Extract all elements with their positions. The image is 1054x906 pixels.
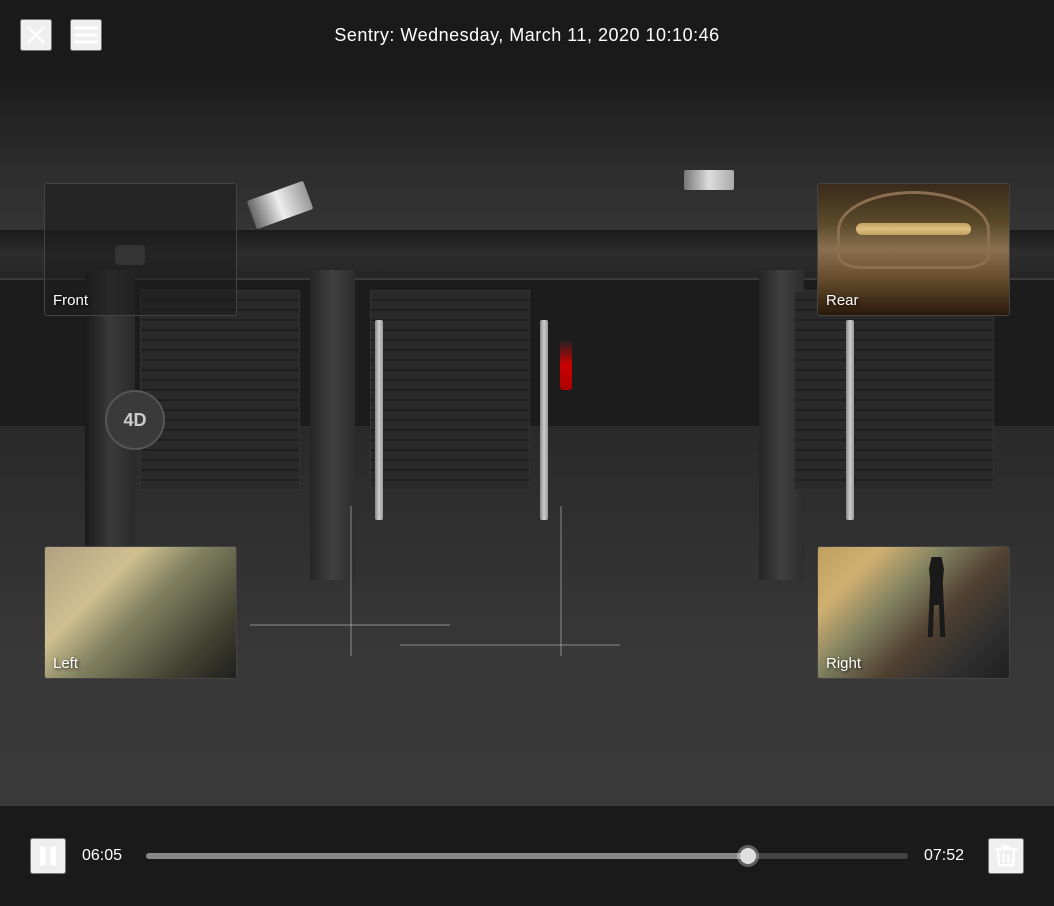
bollard-3 bbox=[846, 320, 854, 520]
bollard-2 bbox=[540, 320, 548, 520]
controls-bar: 06:05 07:52 bbox=[0, 806, 1054, 906]
rear-camera-label: Rear bbox=[826, 292, 859, 309]
front-camera-thumbnail[interactable]: Front bbox=[44, 183, 237, 316]
ceiling-light-2 bbox=[684, 170, 734, 190]
current-time: 06:05 bbox=[82, 847, 130, 865]
progress-handle[interactable] bbox=[740, 848, 756, 864]
parking-line-h2 bbox=[400, 644, 620, 646]
person-figure bbox=[924, 557, 949, 637]
delete-button[interactable] bbox=[988, 838, 1024, 874]
roller-door-1 bbox=[140, 290, 300, 490]
total-time: 07:52 bbox=[924, 847, 972, 865]
pause-icon bbox=[34, 842, 62, 870]
menu-button[interactable] bbox=[70, 19, 102, 51]
close-button[interactable] bbox=[20, 19, 52, 51]
progress-fill bbox=[146, 853, 748, 859]
trash-icon bbox=[992, 842, 1020, 870]
bollard-1 bbox=[375, 320, 383, 520]
right-camera-label: Right bbox=[826, 655, 861, 672]
rear-camera-thumbnail[interactable]: Rear bbox=[817, 183, 1010, 316]
roller-door-3 bbox=[794, 290, 994, 490]
parking-line-v1 bbox=[350, 506, 352, 656]
main-video-feed: 4D bbox=[0, 70, 1054, 806]
fire-extinguisher bbox=[560, 340, 572, 390]
video-container: 4D Front Rear Left bbox=[0, 70, 1054, 806]
column-2 bbox=[310, 270, 355, 580]
rear-mirror bbox=[856, 223, 971, 235]
roller-door-2 bbox=[370, 290, 530, 490]
level-sign: 4D bbox=[105, 390, 165, 450]
header-title: Sentry: Wednesday, March 11, 2020 10:10:… bbox=[334, 25, 719, 46]
header-bar: Sentry: Wednesday, March 11, 2020 10:10:… bbox=[0, 0, 1054, 70]
left-camera-thumbnail[interactable]: Left bbox=[44, 546, 237, 679]
front-camera-label: Front bbox=[53, 292, 88, 309]
right-camera-thumbnail[interactable]: Right bbox=[817, 546, 1010, 679]
parking-line-v2 bbox=[560, 506, 562, 656]
play-pause-button[interactable] bbox=[30, 838, 66, 874]
progress-bar[interactable] bbox=[146, 853, 908, 859]
left-camera-label: Left bbox=[53, 655, 78, 672]
